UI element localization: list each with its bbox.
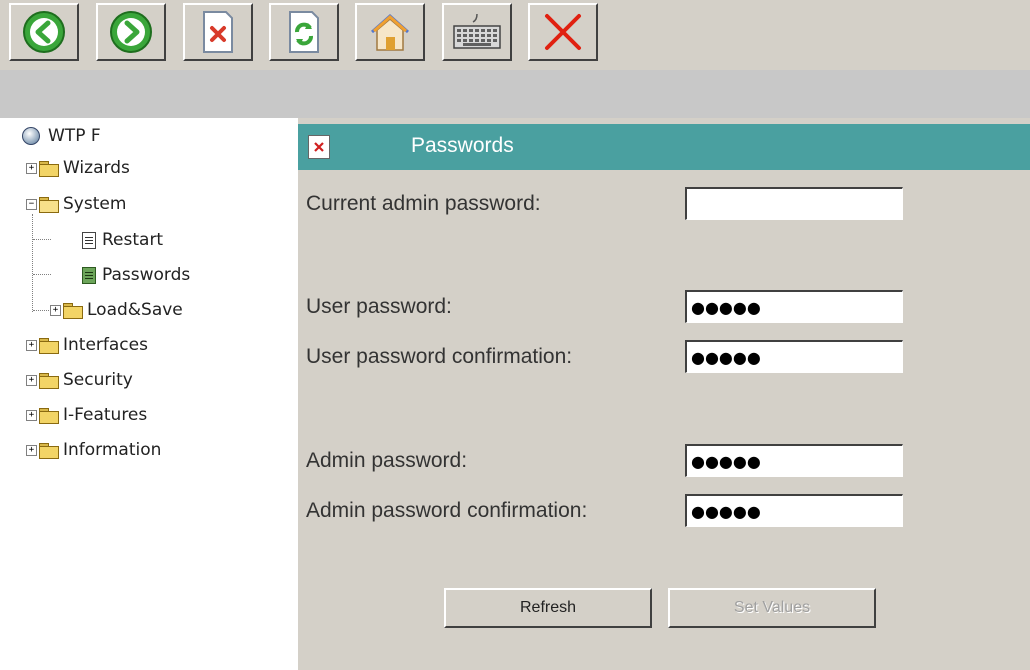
tree-root[interactable]: WTP F (22, 124, 101, 148)
tree-item-label: Information (63, 440, 162, 460)
panel-close-button[interactable] (308, 135, 330, 159)
tree-item-label: Load&Save (87, 300, 183, 320)
admin-password-confirmation-field[interactable] (685, 494, 903, 527)
expand-icon[interactable]: + (26, 339, 37, 351)
current-admin-password-label: Current admin password: (306, 192, 541, 215)
folder-icon (63, 302, 83, 319)
user-password-confirmation-field[interactable] (685, 340, 903, 373)
navigation-tree: WTP F + Wizards − System Restart Passwor… (0, 118, 298, 670)
folder-icon (39, 337, 59, 354)
computer-icon (22, 127, 40, 145)
expand-icon[interactable]: + (50, 304, 61, 316)
current-admin-password-field[interactable] (685, 187, 903, 220)
tree-item-wizards[interactable]: + Wizards (26, 156, 130, 180)
tree-item-label: Interfaces (63, 335, 148, 355)
folder-icon (39, 442, 59, 459)
tree-item-label: System (63, 194, 127, 214)
set-values-button[interactable]: Set Values (668, 588, 876, 628)
keyboard-icon (453, 13, 501, 49)
tree-item-passwords[interactable]: Passwords (82, 263, 190, 287)
tree-item-i-features[interactable]: + I-Features (26, 403, 147, 427)
toolbar (0, 0, 1030, 70)
folder-icon (39, 160, 59, 177)
refresh-document-icon (289, 11, 319, 53)
admin-password-confirmation-label: Admin password confirmation: (306, 499, 588, 522)
expand-icon[interactable]: + (26, 162, 37, 174)
close-document-icon (203, 11, 233, 53)
collapse-icon[interactable]: − (26, 198, 37, 210)
document-selected-icon (82, 266, 96, 284)
tree-root-label: WTP F (48, 126, 101, 146)
tree-item-interfaces[interactable]: + Interfaces (26, 333, 148, 357)
tree-item-security[interactable]: + Security (26, 368, 133, 392)
tree-item-system[interactable]: − System (26, 192, 126, 216)
expand-icon[interactable]: + (26, 409, 37, 421)
close-document-button[interactable] (183, 3, 253, 61)
expand-icon[interactable]: + (26, 444, 37, 456)
tree-connector (33, 310, 51, 311)
tree-connector (33, 274, 51, 275)
tree-item-label: Wizards (63, 158, 130, 178)
tree-item-restart[interactable]: Restart (82, 228, 163, 252)
panel-header: Passwords (298, 124, 1030, 170)
user-password-label: User password: (306, 295, 452, 318)
tree-connector (32, 214, 33, 312)
refresh-document-button[interactable] (269, 3, 339, 61)
back-arrow-icon (23, 11, 65, 53)
panel-title: Passwords (411, 134, 514, 157)
tree-item-label: Restart (102, 230, 164, 250)
close-x-icon (545, 14, 581, 50)
tree-item-loadsave[interactable]: + Load&Save (50, 298, 183, 322)
keyboard-button[interactable] (442, 3, 512, 61)
back-button[interactable] (9, 3, 79, 61)
tree-item-label: Security (63, 370, 133, 390)
tree-item-label: Passwords (102, 265, 191, 285)
folder-icon (39, 372, 59, 389)
tree-item-label: I-Features (63, 405, 148, 425)
home-icon (371, 13, 409, 51)
passwords-panel: Passwords Current admin password: User p… (298, 118, 1030, 670)
address-strip (0, 70, 1030, 118)
close-icon (314, 142, 324, 152)
home-button[interactable] (355, 3, 425, 61)
tree-item-information[interactable]: + Information (26, 438, 161, 462)
admin-password-label: Admin password: (306, 449, 468, 472)
refresh-button[interactable]: Refresh (444, 588, 652, 628)
forward-arrow-icon (110, 11, 152, 53)
user-password-field[interactable] (685, 290, 903, 323)
close-button[interactable] (528, 3, 598, 61)
admin-password-field[interactable] (685, 444, 903, 477)
expand-icon[interactable]: + (26, 374, 37, 386)
forward-button[interactable] (96, 3, 166, 61)
open-folder-icon (39, 196, 59, 213)
user-password-confirmation-label: User password confirmation: (306, 345, 573, 368)
document-icon (82, 231, 96, 249)
tree-connector (33, 239, 51, 240)
folder-icon (39, 407, 59, 424)
